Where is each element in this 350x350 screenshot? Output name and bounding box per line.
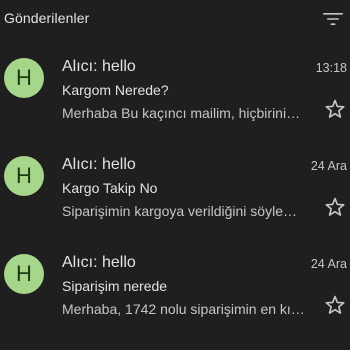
sent-mail-screen: Gönderilenler H Alıcı: hello 13:18 Kargo… xyxy=(0,0,350,350)
avatar: H xyxy=(4,156,44,196)
mail-list-item[interactable]: H Alıcı: hello 24 Ara Kargo Takip No Sip… xyxy=(0,146,350,244)
star-icon[interactable] xyxy=(324,294,346,316)
mail-sender: Alıcı: hello xyxy=(62,254,136,271)
mail-snippet: Merhaba Bu kaçıncı mailim, hiçbirini… xyxy=(62,105,301,121)
avatar: H xyxy=(4,58,44,98)
mail-sender: Alıcı: hello xyxy=(62,156,136,173)
mail-subject: Siparişim nerede xyxy=(62,278,168,294)
mail-snippet: Siparişimin kargoya verildiğini söyle… xyxy=(62,203,297,219)
mail-list-item[interactable]: H Alıcı: hello 24 Ara Siparişim nerede M… xyxy=(0,244,350,342)
star-icon[interactable] xyxy=(324,98,346,120)
star-icon[interactable] xyxy=(324,196,346,218)
mail-list-item[interactable]: H Alıcı: hello 13:18 Kargom Nerede? Merh… xyxy=(0,48,350,146)
header: Gönderilenler xyxy=(0,0,350,38)
mail-subject: Kargo Takip No xyxy=(62,180,158,196)
mail-date: 24 Ara xyxy=(310,159,347,173)
mail-date: 13:18 xyxy=(315,61,347,75)
mail-list: H Alıcı: hello 13:18 Kargom Nerede? Merh… xyxy=(0,48,350,342)
mail-sender: Alıcı: hello xyxy=(62,58,136,75)
avatar: H xyxy=(4,254,44,294)
filter-icon[interactable] xyxy=(322,11,344,27)
mail-snippet: Merhaba, 1742 nolu siparişimin en kı… xyxy=(62,301,305,317)
page-title: Gönderilenler xyxy=(4,10,90,26)
mail-subject: Kargom Nerede? xyxy=(62,82,169,98)
mail-date: 24 Ara xyxy=(310,257,347,271)
